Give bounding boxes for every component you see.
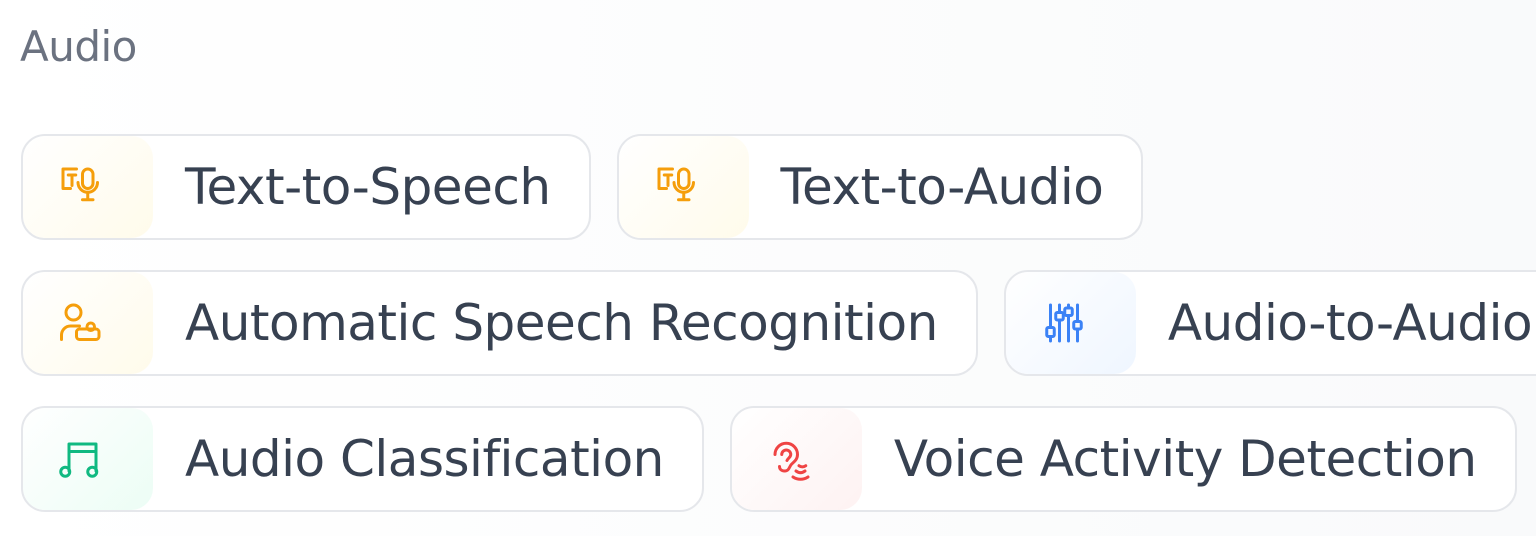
task-label: Text-to-Speech [185,158,551,216]
task-label: Automatic Speech Recognition [185,294,938,352]
task-chip-text-to-audio[interactable]: Text-to-Audio [616,134,1144,240]
speaker-person-icon [23,272,153,374]
task-row: Audio Classification Voice Activity Dete… [21,406,1517,512]
section-title: Audio [20,22,137,71]
task-chip-voice-activity-detection[interactable]: Voice Activity Detection [729,406,1517,512]
task-label: Voice Activity Detection [893,430,1477,488]
equalizer-sliders-icon [1005,272,1136,374]
task-chip-audio-classification[interactable]: Audio Classification [21,406,704,512]
task-chip-automatic-speech-recognition[interactable]: Automatic Speech Recognition [21,270,978,376]
task-label: Audio-to-Audio [1167,294,1533,352]
task-chip-audio-to-audio[interactable]: Audio-to-Audio [1003,270,1536,376]
text-microphone-icon [618,136,749,238]
task-chip-text-to-speech[interactable]: Text-to-Speech [21,134,591,240]
ear-sound-icon [731,408,862,510]
task-label: Audio Classification [185,430,664,488]
task-row: Automatic Speech Recognition Audio-to-Au… [21,270,1536,376]
task-row: Text-to-Speech Text-to-Audio [21,134,1144,240]
task-label: Text-to-Audio [780,158,1104,216]
music-note-icon [23,408,153,510]
text-microphone-icon [23,136,153,238]
